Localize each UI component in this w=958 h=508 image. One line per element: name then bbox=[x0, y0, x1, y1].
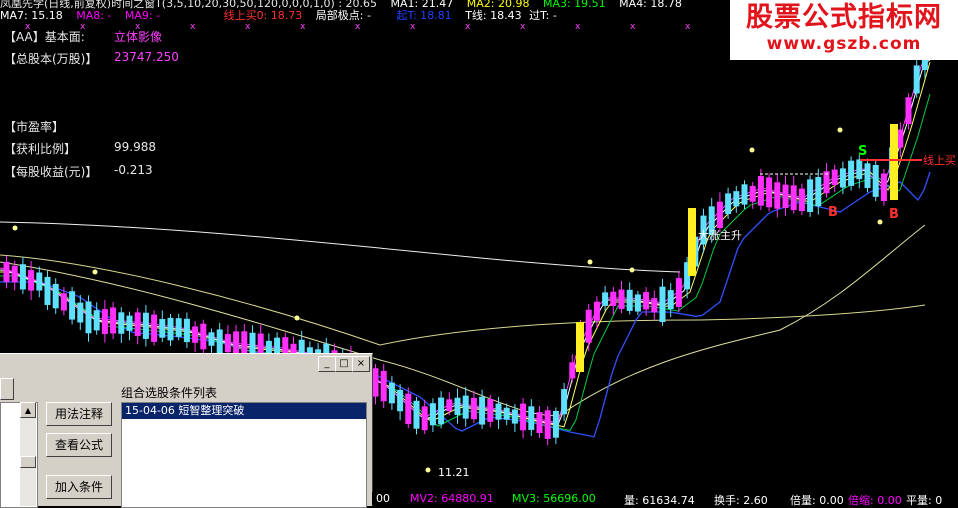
aa-value: 立体影像 bbox=[114, 30, 163, 44]
scroll-up-icon[interactable]: ▲ bbox=[20, 402, 36, 418]
header-ma9: MA9: - bbox=[124, 9, 161, 22]
header-local-extreme: 局部极点: - bbox=[315, 9, 371, 22]
minimize-button[interactable]: _ bbox=[318, 356, 336, 372]
profit-ratio-label: 【获利比例】 bbox=[4, 142, 77, 156]
watermark: 股票公式指标网 www.gszb.com bbox=[730, 0, 958, 60]
avg-volume-value: 平量: 0 bbox=[906, 494, 943, 507]
eps-row: 【每股收益(元)】 -0.213 bbox=[4, 163, 153, 180]
aa-label: 【AA】基本面: bbox=[4, 30, 85, 44]
header-ma4: MA4: 18.78 bbox=[619, 0, 682, 10]
condition-list[interactable]: 15-04-06 短智整理突破 bbox=[121, 402, 367, 508]
bar-value-0: 00 bbox=[376, 492, 390, 505]
profit-ratio-row: 【获利比例】 99.988 bbox=[4, 140, 156, 157]
condition-dialog: _ □ × ▲ 用法注释 查看公式 加入条件 组合选股条件列表 15-04-06… bbox=[0, 353, 373, 508]
watermark-title: 股票公式指标网 bbox=[746, 2, 942, 33]
eps-label: 【每股收益(元)】 bbox=[4, 165, 98, 179]
maximize-button[interactable]: □ bbox=[335, 356, 353, 372]
header-line-2: MA7: 15.18 MA8: - MA9: - 线上买0: 18.73 局部极… bbox=[0, 9, 557, 22]
close-button[interactable]: × bbox=[352, 356, 370, 372]
view-formula-button[interactable]: 查看公式 bbox=[46, 433, 112, 457]
add-condition-button[interactable]: 加入条件 bbox=[46, 475, 112, 499]
mv2-value: MV2: 64880.91 bbox=[410, 492, 494, 505]
line-up-buy-label: 线上买 bbox=[923, 154, 956, 167]
pe-label: 【市盈率】 bbox=[4, 120, 65, 134]
svg-text:x: x bbox=[355, 22, 361, 32]
svg-text:x: x bbox=[630, 22, 636, 32]
volume-status-bar: 00 MV2: 64880.91 MV3: 56696.00 量: 61634.… bbox=[372, 492, 958, 507]
condition-list-title: 组合选股条件列表 bbox=[121, 386, 218, 400]
eps-value: -0.213 bbox=[114, 163, 153, 177]
low-price-label: 11.21 bbox=[438, 466, 470, 479]
svg-text:x: x bbox=[465, 22, 471, 32]
total-shares-label: 【总股本(万股)】 bbox=[4, 52, 98, 66]
volume-value: 量: 61634.74 bbox=[624, 494, 695, 507]
buy-marker-2: B bbox=[889, 207, 899, 222]
buy-marker-1: B bbox=[828, 205, 838, 220]
trend-annotation: 大涨主升 bbox=[698, 229, 742, 242]
svg-text:x: x bbox=[685, 22, 691, 32]
watermark-url: www.gszb.com bbox=[766, 34, 922, 54]
svg-text:x: x bbox=[520, 22, 526, 32]
header-t-line: T线: 18.43 bbox=[465, 9, 522, 22]
pe-row: 【市盈率】 bbox=[4, 118, 64, 135]
double-volume-value: 倍量: 0.00 bbox=[790, 494, 844, 507]
svg-text:x: x bbox=[190, 22, 196, 32]
header-ma7: MA7: 15.18 bbox=[0, 9, 63, 22]
mv3-value: MV3: 56696.00 bbox=[512, 492, 596, 505]
total-shares-value: 23747.250 bbox=[114, 50, 179, 64]
svg-text:x: x bbox=[575, 22, 581, 32]
svg-text:x: x bbox=[300, 22, 306, 32]
aa-fundamental-row: 【AA】基本面: 立体影像 bbox=[4, 28, 162, 45]
shrink-value: 倍缩: 0.00 bbox=[848, 494, 902, 507]
list-item[interactable]: 15-04-06 短智整理突破 bbox=[122, 403, 366, 419]
turnover-value: 换手: 2.60 bbox=[714, 494, 768, 507]
header-line-buy: 线上买0: 18.73 bbox=[223, 9, 303, 22]
scroll-thumb[interactable] bbox=[20, 456, 36, 468]
usage-notes-button[interactable]: 用法注释 bbox=[46, 402, 112, 426]
svg-text:x: x bbox=[410, 22, 416, 32]
left-tool-button[interactable] bbox=[0, 378, 14, 400]
header-ma8: MA8: - bbox=[76, 9, 112, 22]
sell-marker: S bbox=[858, 144, 868, 159]
profit-ratio-value: 99.988 bbox=[114, 140, 156, 154]
header-over-t: 过T: - bbox=[529, 9, 557, 22]
header-start-t: 起T: 18.81 bbox=[396, 9, 452, 22]
svg-text:x: x bbox=[245, 22, 251, 32]
total-shares-row: 【总股本(万股)】 23747.250 bbox=[4, 50, 179, 67]
